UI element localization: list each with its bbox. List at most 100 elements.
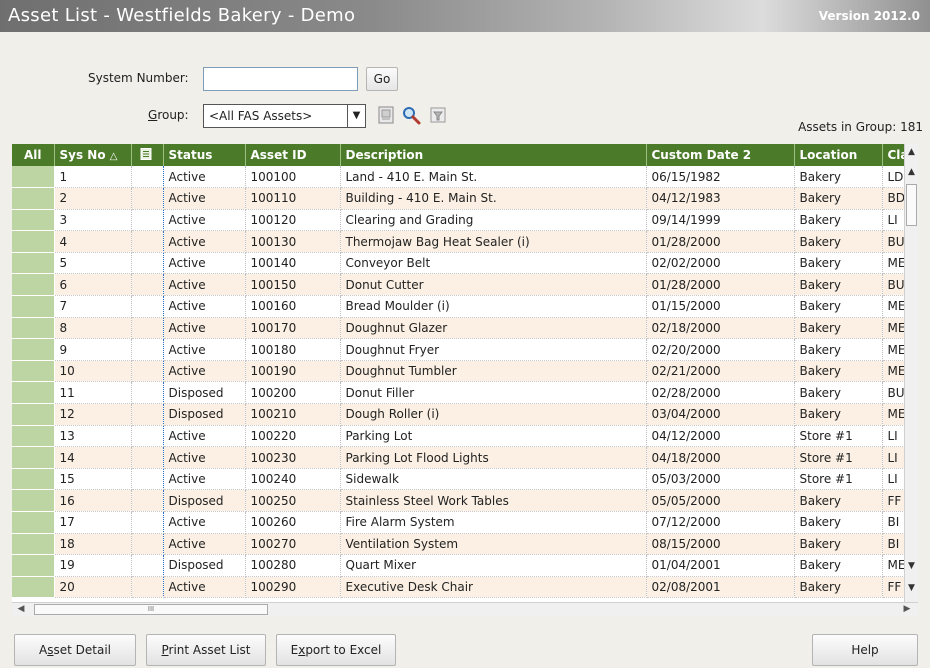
notes-cell <box>130 576 164 599</box>
scroll-bottom-icon[interactable]: ▼ <box>905 582 918 594</box>
table-row[interactable]: 17 Active 100260 Fire Alarm System 07/12/200… <box>12 511 918 534</box>
table-row[interactable]: 12 Disposed 100210 Dough Roller (i) 03/04/20… <box>12 403 918 426</box>
asset-id-header[interactable]: Asset ID <box>245 144 341 166</box>
status-header[interactable]: Status <box>163 144 246 166</box>
sys-no-cell: 5 <box>54 252 132 275</box>
row-selector[interactable] <box>12 511 55 534</box>
search-icon[interactable] <box>401 105 421 125</box>
custom-date-2-cell: 01/28/2000 <box>646 230 795 253</box>
scroll-right-icon[interactable]: ▶ <box>900 603 914 616</box>
asset-id-cell: 100110 <box>245 187 341 210</box>
asset-grid: All Sys No △ Status Asset ID Description… <box>12 144 918 602</box>
table-row[interactable]: 5 Active 100140 Conveyor Belt 02/02/2000 Bake… <box>12 252 918 275</box>
custom-date-2-cell: 05/03/2000 <box>646 468 795 491</box>
row-selector[interactable] <box>12 338 55 361</box>
notes-header[interactable] <box>131 144 164 166</box>
row-selector[interactable] <box>12 468 55 491</box>
location-header[interactable]: Location <box>794 144 883 166</box>
export-to-excel-button[interactable]: Export to Excel <box>276 634 396 666</box>
row-selector[interactable] <box>12 295 55 318</box>
row-selector[interactable] <box>12 273 55 297</box>
custom-date-2-cell: 04/12/1983 <box>646 187 795 210</box>
row-selector[interactable] <box>12 403 55 426</box>
vertical-scroll-thumb[interactable] <box>906 184 917 226</box>
row-selector[interactable] <box>12 166 55 189</box>
table-row[interactable]: 16 Disposed 100250 Stainless Steel Work Tab… <box>12 489 918 512</box>
horizontal-scroll-thumb[interactable]: III <box>34 604 268 615</box>
row-selector[interactable] <box>12 187 55 210</box>
scroll-top-icon[interactable]: ▲ <box>905 146 918 158</box>
filter-icon[interactable] <box>428 105 448 125</box>
table-row[interactable]: 7 Active 100160 Bread Moulder (i) 01/15/2000… <box>12 295 918 318</box>
custom-date-2-header[interactable]: Custom Date 2 <box>646 144 795 166</box>
table-row[interactable]: 20 Active 100290 Executive Desk Chair 02/08/… <box>12 576 918 599</box>
sys-no-cell: 7 <box>54 295 132 318</box>
status-cell: Disposed <box>163 554 246 577</box>
select-all-header[interactable]: All <box>12 144 55 166</box>
description-cell: Ventilation System <box>340 533 647 556</box>
row-selector[interactable] <box>12 489 55 512</box>
table-row[interactable]: 11 Disposed 100200 Donut Filler 02/28/2000 Ba… <box>12 381 918 405</box>
sys-no-cell: 6 <box>54 273 132 297</box>
table-row[interactable]: 8 Active 100170 Doughnut Glazer 02/18/2000 Ba… <box>12 317 918 340</box>
scroll-left-icon[interactable]: ◀ <box>14 603 28 616</box>
vertical-scrollbar[interactable]: ▲ ▲ ▼ ▼ <box>904 144 918 602</box>
help-button[interactable]: Help <box>812 634 918 666</box>
row-selector[interactable] <box>12 209 55 232</box>
table-row[interactable]: 6 Active 100150 Donut Cutter 01/28/2000 Baker… <box>12 273 918 297</box>
status-cell: Active <box>163 230 246 253</box>
sys-no-header[interactable]: Sys No △ <box>54 144 132 166</box>
report-icon[interactable] <box>376 105 396 125</box>
notes-cell <box>130 468 164 491</box>
asset-detail-button[interactable]: Asset Detail <box>14 634 136 666</box>
table-row[interactable]: 3 Active 100120 Clearing and Grading 09/14/1… <box>12 209 918 232</box>
row-selector[interactable] <box>12 317 55 340</box>
sys-no-cell: 20 <box>54 576 132 599</box>
row-selector[interactable] <box>12 230 55 253</box>
row-selector[interactable] <box>12 554 55 577</box>
table-row[interactable]: 19 Disposed 100280 Quart Mixer 01/04/2001 Bak… <box>12 554 918 577</box>
scroll-up-icon[interactable]: ▲ <box>905 166 918 178</box>
table-row[interactable]: 15 Active 100240 Sidewalk 05/03/2000 Store #1… <box>12 468 918 491</box>
asset-id-cell: 100160 <box>245 295 341 318</box>
status-cell: Active <box>163 209 246 232</box>
table-row[interactable]: 13 Active 100220 Parking Lot 04/12/2000 Store… <box>12 425 918 448</box>
go-button[interactable]: Go <box>366 67 398 91</box>
sys-no-cell: 13 <box>54 425 132 448</box>
row-selector[interactable] <box>12 576 55 599</box>
table-row[interactable]: 1 Active 100100 Land - 410 E. Main St. 06/15… <box>12 166 918 189</box>
row-selector[interactable] <box>12 252 55 275</box>
description-cell: Quart Mixer <box>340 554 647 577</box>
table-row[interactable]: 14 Active 100230 Parking Lot Flood Lights 04… <box>12 446 918 469</box>
location-cell: Store #1 <box>794 468 883 491</box>
table-row[interactable]: 9 Active 100180 Doughnut Fryer 02/20/2000 Bak… <box>12 338 918 361</box>
title-bar: Asset List - Westfields Bakery - Demo Ve… <box>0 0 930 32</box>
notes-cell <box>130 273 164 297</box>
row-selector[interactable] <box>12 446 55 469</box>
chevron-down-icon[interactable]: ▼ <box>347 105 365 127</box>
row-selector[interactable] <box>12 533 55 556</box>
status-cell: Active <box>163 187 246 210</box>
print-asset-list-label: Print Asset List <box>161 643 251 657</box>
horizontal-scrollbar[interactable]: ◀ III ▶ <box>12 602 918 616</box>
table-row[interactable]: 18 Active 100270 Ventilation System 08/15/20… <box>12 533 918 556</box>
status-cell: Active <box>163 468 246 491</box>
table-row[interactable]: 4 Active 100130 Thermojaw Bag Heat Sealer (… <box>12 230 918 253</box>
sys-no-cell: 3 <box>54 209 132 232</box>
description-header[interactable]: Description <box>340 144 647 166</box>
custom-date-2-cell: 09/14/1999 <box>646 209 795 232</box>
row-selector[interactable] <box>12 425 55 448</box>
group-select[interactable]: <All FAS Assets> ▼ <box>203 104 366 128</box>
scroll-down-icon[interactable]: ▼ <box>905 560 918 572</box>
row-selector[interactable] <box>12 360 55 383</box>
location-cell: Bakery <box>794 554 883 577</box>
location-cell: Store #1 <box>794 425 883 448</box>
table-row[interactable]: 10 Active 100190 Doughnut Tumbler 02/21/2000… <box>12 360 918 383</box>
custom-date-2-cell: 02/02/2000 <box>646 252 795 275</box>
table-row[interactable]: 2 Active 100110 Building - 410 E. Main St. 0… <box>12 187 918 210</box>
row-selector[interactable] <box>12 381 55 405</box>
version-label: Version 2012.0 <box>818 9 920 23</box>
print-asset-list-button[interactable]: Print Asset List <box>146 634 266 666</box>
system-number-input[interactable] <box>203 67 358 91</box>
notes-cell <box>130 209 164 232</box>
